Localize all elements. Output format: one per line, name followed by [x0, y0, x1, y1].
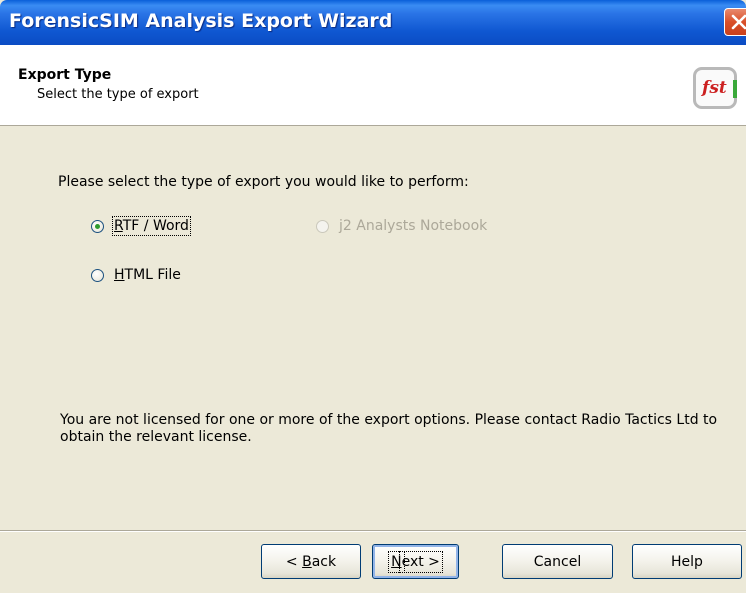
fst-logo: fst	[693, 67, 737, 109]
radio-label-rtf: RTF / Word	[112, 216, 191, 236]
step-title: Export Type	[18, 67, 112, 83]
logo-accent	[733, 80, 737, 98]
radio-rtf-word[interactable]: RTF / Word	[91, 216, 191, 236]
license-message: You are not licensed for one or more of …	[60, 412, 718, 445]
radio-button-i2[interactable]	[316, 219, 329, 233]
next-button-label: Next >	[387, 550, 443, 573]
logo-text: fst	[702, 78, 727, 98]
radio-button-rtf[interactable]	[91, 219, 104, 233]
title-bar[interactable]: ForensicSIM Analysis Export Wizard	[0, 0, 746, 45]
button-separator	[0, 530, 746, 532]
help-button[interactable]: Help	[632, 544, 742, 579]
back-button[interactable]: < Back	[261, 544, 361, 579]
close-button[interactable]	[724, 8, 746, 36]
export-wizard-window: ForensicSIM Analysis Export Wizard Expor…	[0, 0, 746, 593]
cancel-button[interactable]: Cancel	[502, 544, 613, 579]
next-button[interactable]: Next >	[372, 544, 459, 579]
radio-button-html[interactable]	[91, 268, 104, 282]
back-button-label: < Back	[285, 553, 337, 570]
close-icon	[731, 14, 746, 30]
radio-label-i2: j2 Analysts Notebook	[339, 218, 488, 234]
wizard-header: Export Type Select the type of export fs…	[0, 45, 746, 126]
window-title: ForensicSIM Analysis Export Wizard	[9, 10, 393, 32]
radio-html-file[interactable]: HTML File	[91, 267, 181, 283]
radio-i2-analysts-notebook[interactable]: j2 Analysts Notebook	[316, 218, 487, 234]
export-prompt: Please select the type of export you wou…	[58, 174, 469, 190]
radio-label-html: HTML File	[114, 267, 181, 283]
step-subtitle: Select the type of export	[37, 87, 199, 102]
wizard-content: Please select the type of export you wou…	[0, 126, 746, 530]
